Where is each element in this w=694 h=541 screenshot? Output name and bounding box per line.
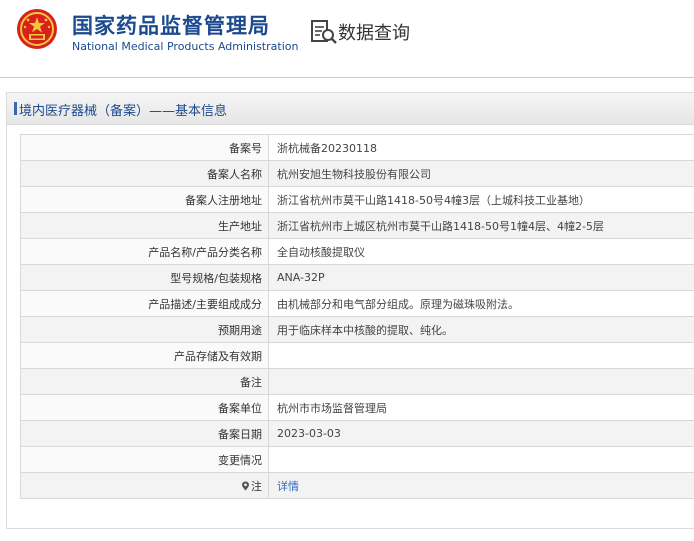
row-value: 全自动核酸提取仪 [268,238,694,265]
row-label: 备案单位 [20,394,269,421]
note-value-cell: 详情 [268,472,694,499]
row-value: 2023-03-03 [268,420,694,447]
note-label-cell: 注 [20,472,269,499]
site-header: 国家药品监督管理局 National Medical Products Admi… [0,0,694,78]
table-row: 备案人注册地址 浙江省杭州市莫干山路1418-50号4幢3层（上城科技工业基地） [20,186,694,213]
site-title-english: National Medical Products Administration [72,40,299,53]
row-label: 备案号 [20,134,269,161]
location-pin-icon [242,481,249,490]
row-value: 浙江省杭州市上城区杭州市莫干山路1418-50号1幢4层、4幢2-5层 [268,212,694,239]
row-label: 产品存储及有效期 [20,342,269,369]
table-row: 预期用途 用于临床样本中核酸的提取、纯化。 [20,316,694,343]
table-row: 备案日期 2023-03-03 [20,420,694,447]
table-row: 备案单位 杭州市市场监督管理局 [20,394,694,421]
row-value: 浙江省杭州市莫干山路1418-50号4幢3层（上城科技工业基地） [268,186,694,213]
details-link[interactable]: 详情 [277,480,299,493]
table-row: 型号规格/包装规格 ANA-32P [20,264,694,291]
info-panel: 境内医疗器械（备案）——基本信息 备案号 浙杭械备20230118 备案人名称 杭州安… [6,92,694,529]
row-value: 用于临床样本中核酸的提取、纯化。 [268,316,694,343]
row-value [268,342,694,369]
note-label: 注 [251,479,262,493]
row-label: 备案人注册地址 [20,186,269,213]
data-query-icon [311,20,337,44]
row-value: 杭州市市场监督管理局 [268,394,694,421]
table-row: 变更情况 [20,446,694,473]
row-value: 杭州安旭生物科技股份有限公司 [268,160,694,187]
table-row: 产品存储及有效期 [20,342,694,369]
row-label: 产品名称/产品分类名称 [20,238,269,265]
row-label: 产品描述/主要组成成分 [20,290,269,317]
header-divider [0,77,694,78]
row-label: 备案人名称 [20,160,269,187]
row-label: 生产地址 [20,212,269,239]
table-row: 备案号 浙杭械备20230118 [20,134,694,161]
row-value: 浙杭械备20230118 [268,134,694,161]
table-row: 备案人名称 杭州安旭生物科技股份有限公司 [20,160,694,187]
table-row: 产品名称/产品分类名称 全自动核酸提取仪 [20,238,694,265]
row-label: 变更情况 [20,446,269,473]
national-emblem-icon [17,9,57,49]
info-table: 备案号 浙杭械备20230118 备案人名称 杭州安旭生物科技股份有限公司 备案人注册地… [20,134,694,499]
row-value [268,446,694,473]
row-value: 由机械部分和电气部分组成。原理为磁珠吸附法。 [268,290,694,317]
data-query-link[interactable]: 数据查询 [338,19,410,45]
table-row: 备注 [20,368,694,395]
panel-header-accent [14,102,17,115]
row-value [268,368,694,395]
row-label: 备案日期 [20,420,269,447]
row-value: ANA-32P [268,264,694,291]
table-row: 产品描述/主要组成成分 由机械部分和电气部分组成。原理为磁珠吸附法。 [20,290,694,317]
table-row: 生产地址 浙江省杭州市上城区杭州市莫干山路1418-50号1幢4层、4幢2-5层 [20,212,694,239]
row-label: 型号规格/包装规格 [20,264,269,291]
row-label: 备注 [20,368,269,395]
panel-header: 境内医疗器械（备案）——基本信息 [7,93,694,125]
site-title: 国家药品监督管理局 [72,14,270,38]
note-row: 注 详情 [20,472,694,499]
row-label: 预期用途 [20,316,269,343]
panel-title: 境内医疗器械（备案）——基本信息 [19,104,228,119]
